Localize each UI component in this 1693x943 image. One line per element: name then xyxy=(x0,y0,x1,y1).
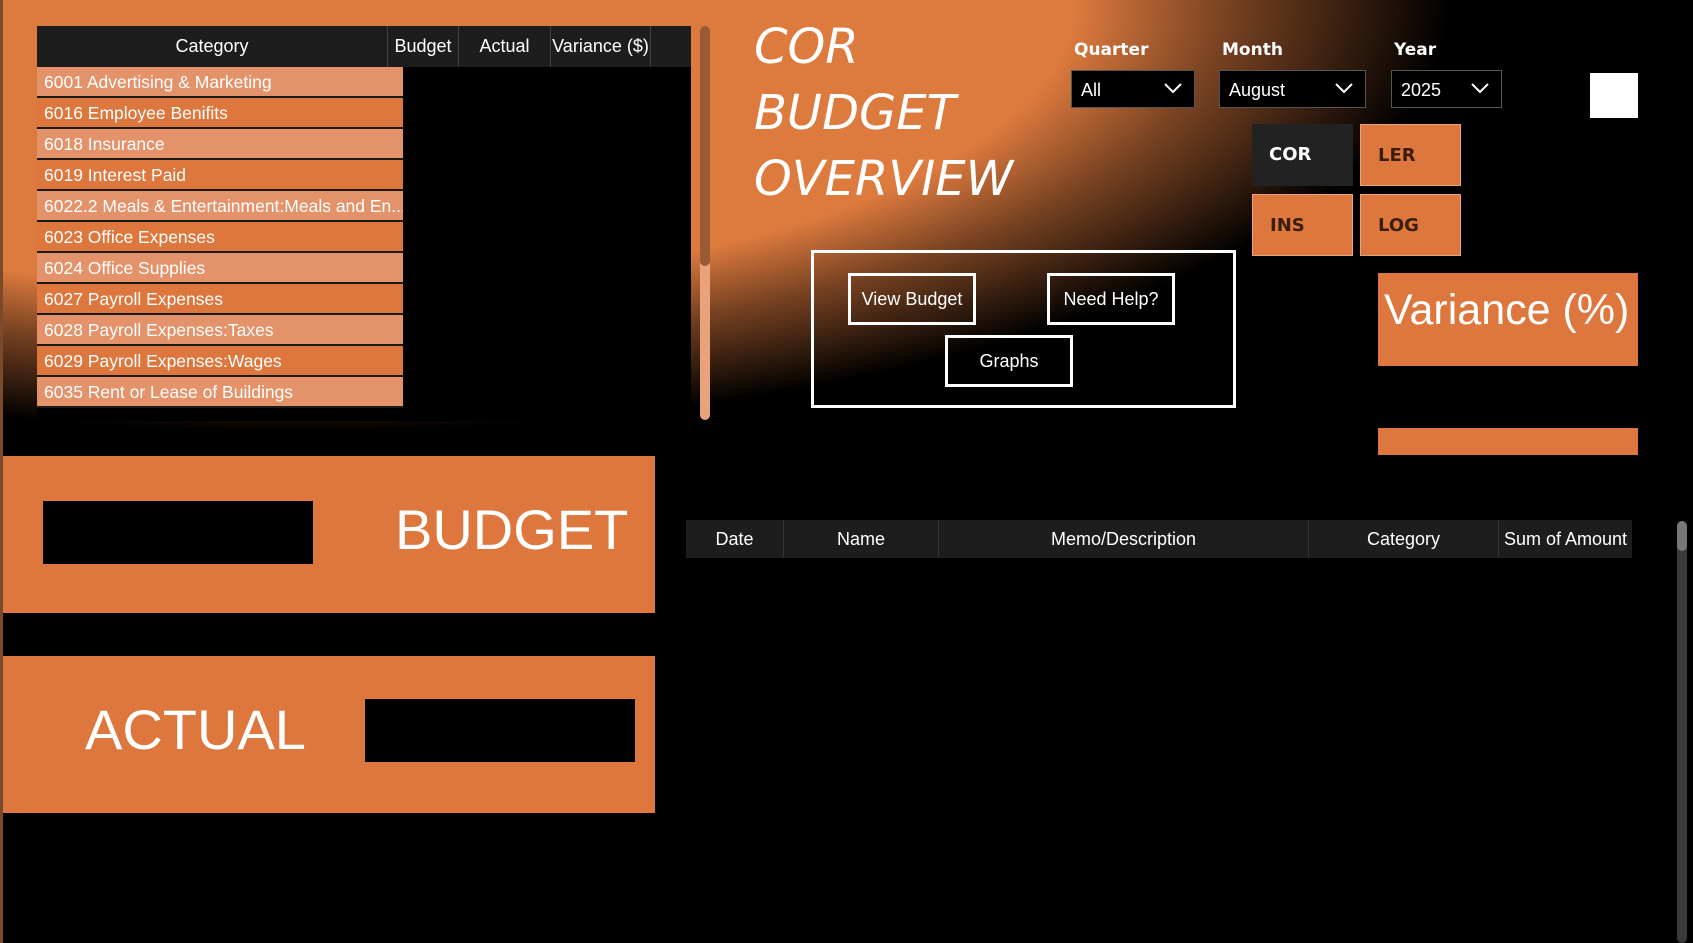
column-header-category[interactable]: Category xyxy=(1309,520,1499,558)
column-header-date[interactable]: Date xyxy=(686,520,784,558)
division-button-cor[interactable]: COR xyxy=(1252,124,1353,186)
category-row[interactable]: 6024 Office Supplies xyxy=(37,253,403,284)
title-line-overview: OVERVIEW xyxy=(754,151,1014,207)
month-slicer-value: August xyxy=(1229,80,1286,100)
transactions-table-scroll-thumb[interactable] xyxy=(1677,521,1687,551)
page-title: COR BUDGET OVERVIEW xyxy=(754,14,1013,212)
column-header-variance[interactable]: Variance ($) xyxy=(551,26,651,67)
column-header-category[interactable]: Category xyxy=(37,26,388,67)
category-row[interactable]: 6018 Insurance xyxy=(37,129,403,160)
column-header-sum-of-amount[interactable]: Sum of Amount xyxy=(1499,520,1632,558)
budget-kpi-label: BUDGET xyxy=(395,498,629,561)
actual-kpi-value xyxy=(365,699,635,762)
category-row[interactable]: 6022.2 Meals & Entertainment:Meals and E… xyxy=(37,191,403,222)
division-button-ins[interactable]: INS xyxy=(1252,194,1353,256)
chevron-down-icon xyxy=(1335,71,1353,94)
transactions-table-header: Date Name Memo/Description Category Sum … xyxy=(686,520,1632,558)
graphs-button[interactable]: Graphs xyxy=(945,335,1073,387)
variance-percent-card: Variance (%) xyxy=(1378,273,1638,366)
column-header-memo[interactable]: Memo/Description xyxy=(939,520,1309,558)
budget-kpi-card: BUDGET xyxy=(3,456,655,613)
category-matrix-body: 6001 Advertising & Marketing 6016 Employ… xyxy=(37,67,691,421)
category-row[interactable]: 6001 Advertising & Marketing xyxy=(37,67,403,98)
year-slicer[interactable]: 2025 xyxy=(1391,70,1502,108)
category-row[interactable]: 6035 Rent or Lease of Buildings xyxy=(37,377,403,408)
budget-kpi-value xyxy=(43,501,313,564)
actual-kpi-card: ACTUAL xyxy=(3,656,655,813)
category-row[interactable]: 6019 Interest Paid xyxy=(37,160,403,191)
column-header-budget[interactable]: Budget xyxy=(388,26,459,67)
category-matrix-header: Category Budget Actual Variance ($) xyxy=(37,26,691,67)
column-header-name[interactable]: Name xyxy=(784,520,939,558)
year-slicer-label: Year xyxy=(1394,40,1437,60)
category-row[interactable]: 6027 Payroll Expenses xyxy=(37,284,403,315)
category-row[interactable]: 6016 Employee Benifits xyxy=(37,98,403,129)
category-row[interactable]: 6029 Payroll Expenses:Wages xyxy=(37,346,403,377)
navigation-panel: View Budget Need Help? Graphs xyxy=(811,250,1236,408)
chevron-down-icon xyxy=(1164,71,1182,94)
division-button-ler[interactable]: LER xyxy=(1360,124,1461,186)
quarter-slicer-value: All xyxy=(1081,80,1102,100)
category-matrix-scroll-thumb[interactable] xyxy=(700,26,710,266)
title-line-budget: BUDGET xyxy=(754,85,956,141)
category-row[interactable]: 6023 Office Expenses xyxy=(37,222,403,253)
need-help-button[interactable]: Need Help? xyxy=(1047,273,1175,325)
transactions-table-scrollbar[interactable] xyxy=(1677,521,1687,943)
clear-filters-button[interactable] xyxy=(1590,73,1638,118)
quarter-slicer[interactable]: All xyxy=(1071,70,1195,108)
month-slicer-label: Month xyxy=(1222,40,1283,60)
title-line-cor: COR xyxy=(754,19,859,75)
column-header-actual[interactable]: Actual xyxy=(459,26,551,67)
division-button-log[interactable]: LOG xyxy=(1360,194,1461,256)
category-row[interactable]: 6028 Payroll Expenses:Taxes xyxy=(37,315,403,346)
year-slicer-value: 2025 xyxy=(1401,80,1442,100)
category-matrix: Category Budget Actual Variance ($) 6001… xyxy=(37,26,710,421)
month-slicer[interactable]: August xyxy=(1219,70,1366,108)
chevron-down-icon xyxy=(1471,71,1489,94)
actual-kpi-label: ACTUAL xyxy=(85,698,306,761)
variance-percent-bar xyxy=(1378,428,1638,455)
quarter-slicer-label: Quarter xyxy=(1074,40,1149,60)
view-budget-button[interactable]: View Budget xyxy=(848,273,976,325)
